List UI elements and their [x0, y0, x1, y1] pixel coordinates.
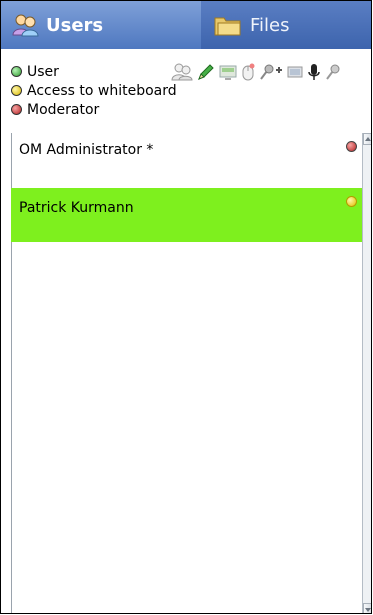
legend-label: User [27, 63, 59, 80]
mouse-icon[interactable] [241, 63, 255, 85]
status-dot-red-icon [11, 104, 22, 115]
status-dot-yellow-icon [11, 85, 22, 96]
user-row-patrick-kurmann[interactable]: Patrick Kurmann [11, 188, 363, 242]
user-name: Patrick Kurmann [19, 200, 134, 216]
legend-item-whiteboard: Access to whiteboard [11, 81, 177, 100]
screen-share-icon[interactable] [219, 63, 237, 85]
tab-files[interactable]: Files [201, 1, 371, 49]
tab-users[interactable]: Users [1, 1, 201, 49]
scroll-up-button[interactable] [363, 133, 371, 145]
users-icon [11, 13, 39, 37]
legend-item-moderator: Moderator [11, 100, 177, 119]
legend-label: Moderator [27, 101, 100, 118]
status-dot-yellow-icon [346, 196, 357, 207]
legend-item-user: User [11, 62, 177, 81]
user-name: OM Administrator * [19, 142, 154, 158]
microphone-off-icon[interactable] [325, 63, 341, 85]
users-panel: Users Files User Access to whiteboard Mo… [0, 0, 372, 614]
status-dot-green-icon [11, 66, 22, 77]
tab-files-label: Files [250, 14, 290, 36]
user-list: OM Administrator * Patrick Kurmann [11, 133, 363, 613]
tab-users-label: Users [46, 14, 104, 36]
legend-label: Access to whiteboard [27, 82, 177, 99]
arrow-up-icon [365, 137, 371, 141]
scrollbar[interactable] [362, 133, 371, 613]
toolbar [171, 63, 341, 85]
screen-icon[interactable] [287, 63, 303, 85]
users-icon[interactable] [171, 63, 193, 85]
legend: User Access to whiteboard Moderator [11, 62, 177, 119]
status-dot-red-icon [346, 141, 357, 152]
tab-bar: Users Files [1, 1, 371, 49]
pencil-icon[interactable] [197, 63, 215, 85]
arrow-down-icon [365, 608, 371, 612]
microphone-plus-icon[interactable] [259, 63, 283, 85]
user-row-om-administrator[interactable]: OM Administrator * [11, 133, 363, 173]
microphone-icon[interactable] [307, 63, 321, 85]
scroll-down-button[interactable] [363, 603, 371, 613]
folder-icon [213, 13, 243, 37]
